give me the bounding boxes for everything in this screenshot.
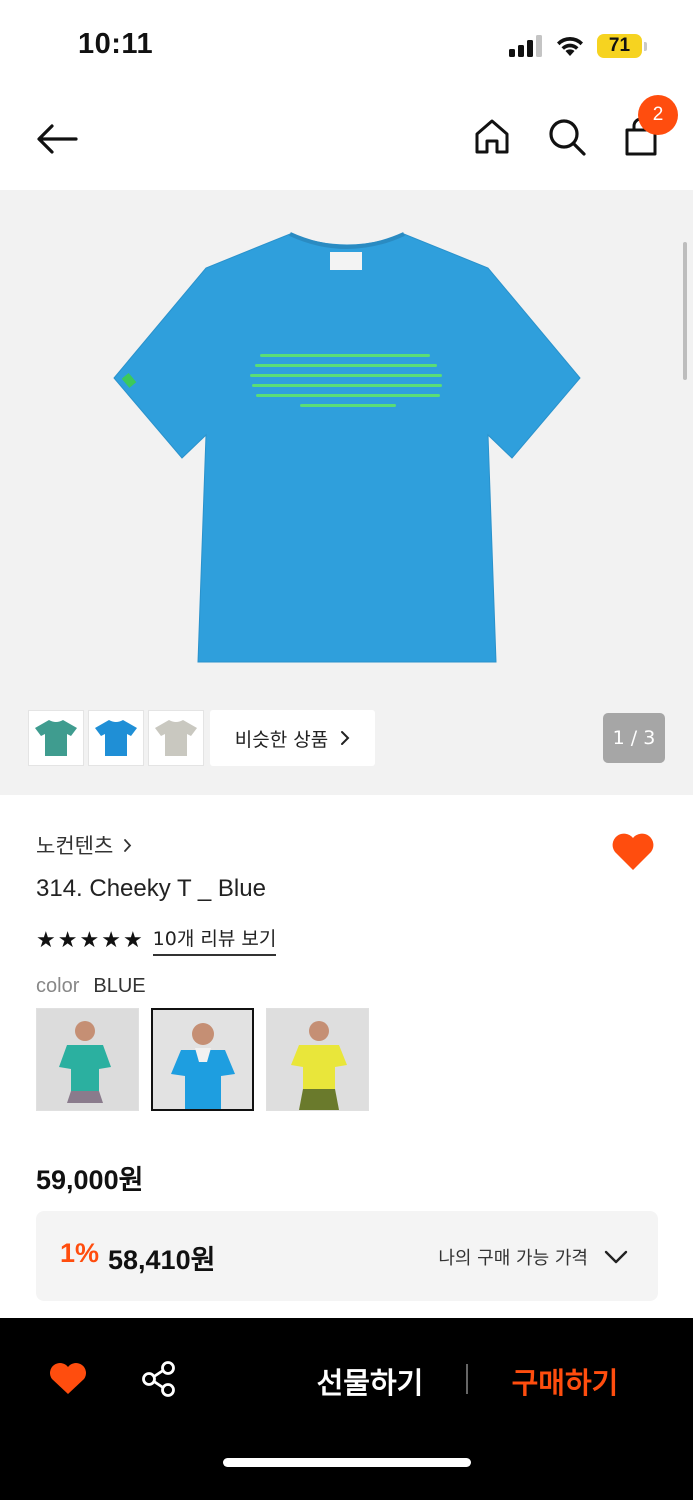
chevron-down-icon[interactable] <box>602 1243 630 1271</box>
search-icon[interactable] <box>546 116 588 158</box>
discount-rate: 1% <box>60 1238 100 1268</box>
tee-thumbnail-icon <box>35 720 77 756</box>
gift-button[interactable]: 선물하기 <box>290 1360 450 1402</box>
bottom-action-bar: 선물하기 구매하기 <box>0 1318 693 1500</box>
signal-icon <box>509 35 542 57</box>
rating-row: ★ ★ ★ ★ ★ 10개 리뷰 보기 <box>36 924 277 956</box>
reviews-link[interactable]: 10개 리뷰 보기 <box>152 924 277 956</box>
wifi-icon <box>557 36 583 56</box>
status-time: 10:11 <box>78 28 154 60</box>
product-price: 59,000원 <box>36 1165 144 1195</box>
color-label: color <box>36 975 80 997</box>
swatch-green[interactable] <box>36 1008 139 1111</box>
swatch-blue[interactable] <box>151 1008 254 1111</box>
rating-stars: ★ ★ ★ ★ ★ <box>36 928 143 953</box>
tee-thumbnail-icon <box>95 720 137 756</box>
similar-products-button[interactable]: 비슷한 상품 <box>210 710 375 766</box>
tee-thumbnail-icon <box>155 720 197 756</box>
brand-name: 노컨텐츠 <box>36 834 114 858</box>
cart-count-badge[interactable]: 2 <box>638 95 678 135</box>
star-icon: ★ <box>36 927 56 953</box>
gallery-scrollbar <box>683 242 687 380</box>
product-image-blue-tee[interactable] <box>110 230 585 670</box>
gallery-thumbnails <box>28 710 204 766</box>
star-icon: ★ <box>57 927 78 953</box>
star-icon: ★ <box>122 927 143 953</box>
model-photo-blue <box>153 1010 252 1109</box>
discount-price-box[interactable]: 1% 58,410원 나의 구매 가능 가격 <box>36 1211 658 1301</box>
status-icons: 71 <box>509 34 647 58</box>
swatch-yellow[interactable] <box>266 1008 369 1111</box>
thumbnail-gray-tee[interactable] <box>148 710 204 766</box>
product-title: 314. Cheeky T _ Blue <box>36 875 266 902</box>
back-arrow-icon[interactable] <box>34 116 80 162</box>
home-icon[interactable] <box>472 116 512 156</box>
color-value: BLUE <box>93 975 146 997</box>
battery-level: 71 <box>597 34 642 58</box>
chevron-right-icon <box>124 838 132 852</box>
battery-cap <box>644 41 647 51</box>
thumbnail-green-tee[interactable] <box>28 710 84 766</box>
discount-price: 58,410원 <box>108 1245 216 1275</box>
top-nav-bar <box>0 90 693 190</box>
color-option-row: color BLUE <box>36 975 146 998</box>
model-photo-green <box>37 1009 138 1110</box>
similar-products-label: 비슷한 상품 <box>234 728 329 751</box>
model-photo-yellow <box>267 1009 368 1110</box>
star-icon: ★ <box>79 927 100 953</box>
color-swatches <box>36 1008 369 1111</box>
brand-link[interactable]: 노컨텐츠 <box>36 830 132 860</box>
wishlist-heart-icon[interactable] <box>610 830 656 872</box>
gallery-page-indicator: 1 / 3 <box>603 713 665 763</box>
home-indicator[interactable] <box>223 1458 471 1467</box>
thumbnail-blue-tee[interactable] <box>88 710 144 766</box>
product-gallery[interactable]: 비슷한 상품 1 / 3 <box>0 190 693 795</box>
status-bar: 10:11 71 <box>0 0 693 90</box>
my-purchase-price-label: 나의 구매 가능 가격 <box>438 1248 588 1269</box>
action-divider <box>466 1364 468 1394</box>
wishlist-heart-icon[interactable] <box>48 1360 88 1396</box>
chevron-right-icon <box>341 731 350 745</box>
buy-button[interactable]: 구매하기 <box>490 1360 640 1402</box>
star-icon: ★ <box>101 927 121 953</box>
share-icon[interactable] <box>140 1360 178 1398</box>
battery-indicator: 71 <box>597 34 647 58</box>
